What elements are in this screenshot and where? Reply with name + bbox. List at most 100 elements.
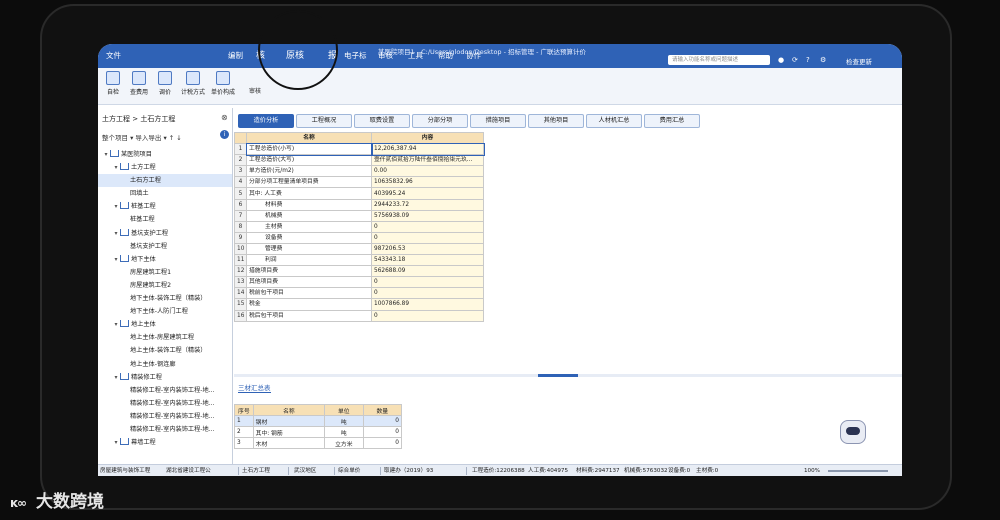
- table-row[interactable]: 5 其中: 人工费 403995.24: [234, 187, 484, 200]
- tab-0[interactable]: 造价分析: [238, 114, 294, 128]
- name-cell[interactable]: 分部分项工程量清单项目费: [246, 176, 372, 189]
- value-cell[interactable]: 0: [371, 220, 484, 233]
- tree-item[interactable]: ▾ 幕墙工程: [98, 436, 232, 449]
- chevron-down-icon[interactable]: ▾: [112, 253, 120, 266]
- chevron-down-icon[interactable]: ▾: [112, 371, 120, 384]
- tree-item[interactable]: 回填土: [98, 187, 232, 200]
- name-cell[interactable]: 单方造价(元/m2): [246, 165, 372, 178]
- value-cell[interactable]: 0: [371, 309, 484, 322]
- tree-item[interactable]: 精装修工程-室内装饰工程-地...: [98, 384, 232, 397]
- name-cell[interactable]: 管理费: [246, 242, 372, 256]
- value-cell[interactable]: 543343.18: [371, 254, 484, 267]
- table-row[interactable]: 10 管理费 987206.53: [234, 242, 484, 256]
- tree-item[interactable]: 基坑支护工程: [98, 240, 232, 253]
- table-cell[interactable]: 立方米: [324, 437, 364, 449]
- table-row[interactable]: 1 钢材吨 0: [234, 415, 403, 427]
- chevron-down-icon[interactable]: ▾: [112, 227, 120, 240]
- table-cell[interactable]: 木材: [252, 437, 326, 449]
- tab-5[interactable]: 其他项目: [528, 114, 584, 128]
- refresh-icon[interactable]: ⟳: [792, 56, 798, 64]
- table-row[interactable]: 12 措施项目费 562688.09: [234, 265, 484, 278]
- help-icon[interactable]: ?: [806, 56, 810, 64]
- menu-electronic-bid[interactable]: 电子标: [344, 50, 367, 61]
- table-row[interactable]: 9 设备费 0: [234, 231, 484, 244]
- table-row[interactable]: 2 工程总造价(大写) 壹仟贰佰贰拾万陆仟叁佰捌拾柒元玖...: [234, 154, 484, 167]
- table-row[interactable]: 4 分部分项工程量清单项目费 10635832.96: [234, 176, 484, 189]
- value-cell[interactable]: 5756938.09: [371, 209, 484, 222]
- assistant-robot-icon[interactable]: [840, 420, 866, 444]
- table-row[interactable]: 2 其中: 钢筋吨 0: [234, 426, 403, 438]
- table-cell[interactable]: 其中: 钢筋: [252, 426, 326, 438]
- name-cell[interactable]: 材料费: [246, 198, 372, 211]
- table-row[interactable]: 15 税金 1007866.89: [234, 298, 484, 311]
- zoom-level[interactable]: 100%: [804, 465, 820, 476]
- tree-item[interactable]: ▾ 地上主体: [98, 318, 232, 331]
- value-cell[interactable]: 10635832.96: [371, 176, 484, 189]
- unit-price-button[interactable]: 单价构成: [208, 71, 238, 96]
- value-cell[interactable]: 12,206,387.94: [370, 142, 485, 156]
- file-menu[interactable]: 文件: [106, 50, 121, 61]
- tab-1[interactable]: 工程概况: [296, 114, 352, 128]
- value-cell[interactable]: 壹仟贰佰贰拾万陆仟叁佰捌拾柒元玖...: [371, 154, 484, 167]
- value-cell[interactable]: 0.00: [371, 165, 484, 178]
- table-row[interactable]: 14 税前包干项目 0: [234, 287, 484, 300]
- value-cell[interactable]: 562688.09: [371, 265, 484, 278]
- chevron-down-icon[interactable]: ▾: [112, 436, 120, 449]
- tree-item[interactable]: ▾ 某医院项目: [98, 148, 232, 161]
- value-cell[interactable]: 0: [371, 231, 484, 244]
- tree-item[interactable]: 土石方工程: [98, 174, 232, 188]
- table-cell[interactable]: 1: [234, 415, 254, 427]
- name-cell[interactable]: 措施项目费: [246, 265, 372, 278]
- name-cell[interactable]: 利润: [246, 254, 372, 267]
- tab-2[interactable]: 取费设置: [354, 114, 410, 128]
- menu-edit[interactable]: 编制: [228, 50, 243, 61]
- close-icon[interactable]: ⊗: [221, 113, 228, 122]
- table-cell[interactable]: 吨: [324, 426, 364, 438]
- tab-7[interactable]: 费用汇总: [644, 114, 700, 128]
- name-cell[interactable]: 税后包干项目: [246, 309, 372, 322]
- check-update-button[interactable]: 检查更新: [846, 56, 872, 66]
- name-cell[interactable]: 工程总造价(小写): [245, 142, 373, 156]
- name-cell[interactable]: 机械费: [246, 209, 372, 222]
- tree-item[interactable]: 地下主体-人防门工程: [98, 305, 232, 318]
- table-row[interactable]: 16 税后包干项目 0: [234, 309, 484, 322]
- table-cell[interactable]: 2: [234, 426, 254, 438]
- tree-item[interactable]: 精装修工程-室内装饰工程-地...: [98, 397, 232, 410]
- value-cell[interactable]: 403995.24: [371, 187, 484, 200]
- zoom-slider[interactable]: [828, 470, 888, 472]
- adjust-price-button[interactable]: 调价: [150, 71, 180, 96]
- info-icon[interactable]: i: [220, 130, 229, 139]
- tree-item[interactable]: 地上主体-装饰工程（精装）: [98, 344, 232, 357]
- tree-item[interactable]: 地下主体-装饰工程（精装）: [98, 292, 232, 305]
- tree-item[interactable]: ▾ 土方工程: [98, 161, 232, 174]
- value-cell[interactable]: 0: [371, 276, 484, 289]
- table-row[interactable]: 3 单方造价(元/m2) 0.00: [234, 165, 484, 178]
- tree-item[interactable]: 地上主体-钢连廊: [98, 358, 232, 371]
- tree-item[interactable]: 地上主体-房屋建筑工程: [98, 331, 232, 344]
- table-row[interactable]: 1 工程总造价(小写) 12,206,387.94: [234, 142, 485, 156]
- table-cell[interactable]: 0: [362, 437, 403, 449]
- tree-item[interactable]: 桩基工程: [98, 213, 232, 226]
- table-row[interactable]: 11 利润 543343.18: [234, 254, 484, 267]
- splitter-handle[interactable]: [538, 374, 578, 377]
- chevron-down-icon[interactable]: ▾: [112, 318, 120, 331]
- name-cell[interactable]: 其他项目费: [246, 276, 372, 289]
- table-cell[interactable]: 3: [234, 437, 254, 449]
- tab-3[interactable]: 分部分项: [412, 114, 468, 128]
- chevron-down-icon[interactable]: ▾: [112, 200, 120, 213]
- chevron-down-icon[interactable]: ▾: [112, 161, 120, 174]
- table-cell[interactable]: 0: [362, 415, 403, 427]
- tree-item[interactable]: ▾ 基坑支护工程: [98, 227, 232, 240]
- table-row[interactable]: 8 主材费 0: [234, 220, 484, 233]
- tree-item[interactable]: 房屋建筑工程2: [98, 279, 232, 292]
- name-cell[interactable]: 工程总造价(大写): [246, 154, 372, 167]
- name-cell[interactable]: 主材费: [246, 220, 372, 233]
- table-cell[interactable]: 钢材: [252, 415, 326, 427]
- value-cell[interactable]: 2944233.72: [371, 198, 484, 211]
- table-row[interactable]: 7 机械费 5756938.09: [234, 209, 484, 222]
- tree-item[interactable]: 精装修工程-室内装饰工程-地...: [98, 410, 232, 423]
- tree-item[interactable]: ▾ 地下主体: [98, 253, 232, 266]
- table-row[interactable]: 6 材料费 2944233.72: [234, 198, 484, 211]
- value-cell[interactable]: 987206.53: [371, 242, 484, 256]
- table-cell[interactable]: 0: [362, 426, 403, 438]
